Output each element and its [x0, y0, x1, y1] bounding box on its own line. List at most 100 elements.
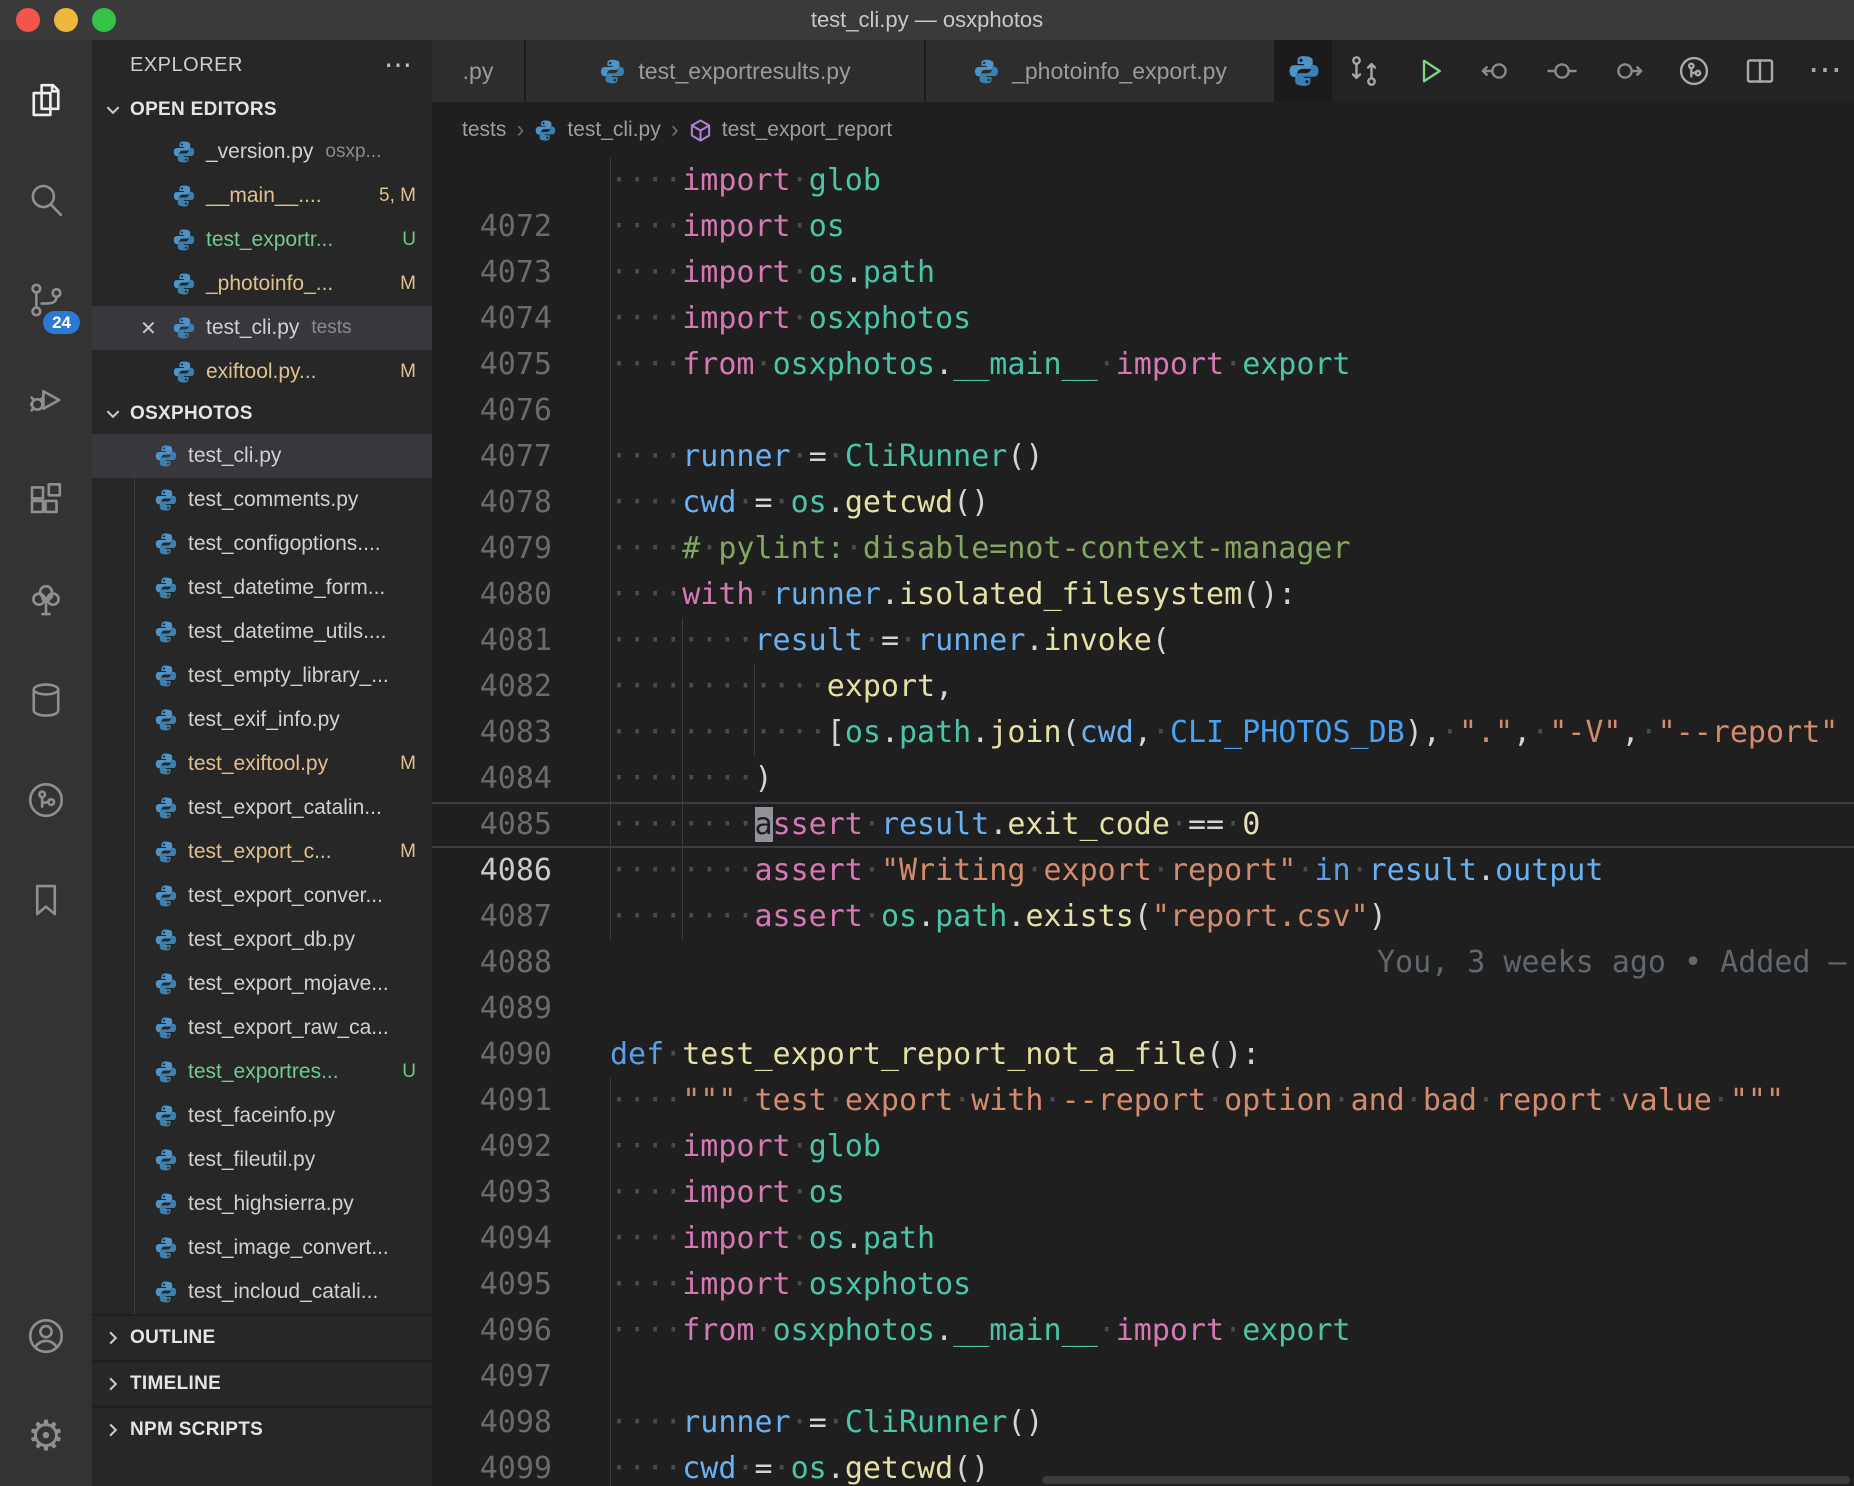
open-editor-item[interactable]: test_exportr... U	[92, 218, 432, 262]
tree-item[interactable]: test_cli.py	[92, 434, 432, 478]
tree-item[interactable]: test_incloud_catali...	[92, 1270, 432, 1314]
close-icon[interactable]: ✕	[140, 316, 172, 341]
tree-item[interactable]: test_configoptions....	[92, 522, 432, 566]
run-python-file-icon[interactable]	[1412, 53, 1448, 89]
breadcrumb-file[interactable]: test_cli.py	[567, 118, 660, 142]
outline-header[interactable]: OUTLINE	[92, 1314, 432, 1360]
open-editor-item[interactable]: _version.py osxp...	[92, 130, 432, 174]
code-line[interactable]: 4073 ····import·os	[432, 204, 1854, 250]
tree-item[interactable]: test_datetime_form...	[92, 566, 432, 610]
tree-item[interactable]: test_datetime_utils....	[92, 610, 432, 654]
indent-guide	[610, 710, 611, 756]
code-line[interactable]: 4094 ····import·os	[432, 1170, 1854, 1216]
navigate-forward-icon[interactable]	[1610, 53, 1646, 89]
chevron-right-icon	[104, 1375, 122, 1393]
npm-scripts-header[interactable]: NPM SCRIPTS	[92, 1406, 432, 1452]
settings-gear-icon[interactable]: ⚙	[0, 1386, 92, 1486]
bookmarks-icon[interactable]	[0, 850, 92, 950]
open-editor-item[interactable]: _photoinfo_... M	[92, 262, 432, 306]
tree-item[interactable]: test_highsierra.py	[92, 1182, 432, 1226]
python-file-icon	[154, 532, 178, 556]
open-editors-list: _version.py osxp... __main__.... 5, M te…	[92, 130, 432, 394]
code-line[interactable]: 4085 ········)	[432, 756, 1854, 802]
breadcrumb-symbol[interactable]: test_export_report	[722, 118, 892, 142]
code-line[interactable]: 4096 ····import·osxphotos	[432, 1262, 1854, 1308]
gitlens-history-icon[interactable]	[1676, 53, 1712, 89]
tree-item[interactable]: test_faceinfo.py	[92, 1094, 432, 1138]
code-line[interactable]: 4074 ····import·os.path	[432, 250, 1854, 296]
code-line[interactable]: 4076 ····from·osxphotos.__main__·import·…	[432, 342, 1854, 388]
tree-item[interactable]: test_export_c... M	[92, 830, 432, 874]
indent-guide	[610, 1170, 611, 1216]
tree-item[interactable]: test_empty_library_...	[92, 654, 432, 698]
tree-item[interactable]: test_export_mojave...	[92, 962, 432, 1006]
code-line[interactable]: 4093 ····import·glob	[432, 1124, 1854, 1170]
source-control-icon[interactable]: 24	[0, 250, 92, 350]
run-and-debug-icon[interactable]	[0, 350, 92, 450]
more-actions-icon[interactable]: ⋯	[1808, 64, 1842, 78]
timeline-header[interactable]: TIMELINE	[92, 1360, 432, 1406]
code-line[interactable]: 4077	[432, 388, 1854, 434]
code-line[interactable]: 4086 ········assert·result.exit_code·==·…	[432, 802, 1854, 848]
open-editor-item[interactable]: exiftool.py... M	[92, 350, 432, 394]
code-line[interactable]: 4092 ····"""·test·export·with·--report·o…	[432, 1078, 1854, 1124]
tree-item[interactable]: test_export_conver...	[92, 874, 432, 918]
project-section-header[interactable]: OSXPHOTOS	[92, 394, 432, 434]
code-line[interactable]: 4081 ····with·runner.isolated_filesystem…	[432, 572, 1854, 618]
code-line[interactable]: 4097 ····from·osxphotos.__main__·import·…	[432, 1308, 1854, 1354]
tree-indent-guide	[134, 434, 135, 1314]
open-editor-item[interactable]: __main__.... 5, M	[92, 174, 432, 218]
tree-item[interactable]: test_exportres... U	[92, 1050, 432, 1094]
code-line[interactable]: 4078 ····runner·=·CliRunner()	[432, 434, 1854, 480]
tree-item[interactable]: test_image_convert...	[92, 1226, 432, 1270]
explorer-icon[interactable]	[0, 50, 92, 150]
editor-tab[interactable]: test_exportresults.py	[526, 40, 926, 102]
todo-tree-icon[interactable]	[0, 550, 92, 650]
indent-guide	[610, 1446, 611, 1486]
tree-item[interactable]: test_comments.py	[92, 478, 432, 522]
code-line[interactable]: 4091 def·test_export_report_not_a_file()…	[432, 1032, 1854, 1078]
open-editor-item[interactable]: ✕ test_cli.py tests	[92, 306, 432, 350]
code-line[interactable]: 4089	[432, 940, 1854, 986]
code-line[interactable]: 4080 ····#·pylint:·disable=not-context-m…	[432, 526, 1854, 572]
tree-item[interactable]: test_exif_info.py	[92, 698, 432, 742]
code-line[interactable]: 4087 ········assert·"Writing·export·repo…	[432, 848, 1854, 894]
code-line[interactable]: 4095 ····import·os.path	[432, 1216, 1854, 1262]
code-line[interactable]: 4090	[432, 986, 1854, 1032]
split-editor-icon[interactable]	[1742, 53, 1778, 89]
editor-tab[interactable]: _photoinfo_export.py	[926, 40, 1276, 102]
indent-guide	[610, 848, 611, 894]
horizontal-scrollbar[interactable]	[1042, 1476, 1850, 1484]
code-line[interactable]: 4083 ············export,	[432, 664, 1854, 710]
open-editors-header[interactable]: OPEN EDITORS	[92, 90, 432, 130]
tree-item[interactable]: test_export_raw_ca...	[92, 1006, 432, 1050]
navigate-back-icon[interactable]	[1478, 53, 1514, 89]
code-line[interactable]: 4072 ····import·glob	[432, 158, 1854, 204]
code-line[interactable]: 4082 ········result·=·runner.invoke(	[432, 618, 1854, 664]
record-icon[interactable]	[1544, 53, 1580, 89]
code-line[interactable]: 4079 ····cwd·=·os.getcwd()	[432, 480, 1854, 526]
code-line[interactable]: 4098	[432, 1354, 1854, 1400]
tab-pinned-python[interactable]	[1276, 40, 1332, 102]
editor-tab[interactable]: .py	[432, 40, 526, 102]
code-line[interactable]: 4075 ····import·osxphotos	[432, 296, 1854, 342]
compare-changes-icon[interactable]	[1346, 53, 1382, 89]
python-file-icon	[154, 1192, 178, 1216]
symbol-method-icon	[689, 119, 712, 142]
database-icon[interactable]	[0, 650, 92, 750]
code-line[interactable]: 4088 ········assert·os.path.exists("repo…	[432, 894, 1854, 940]
gitlens-icon[interactable]	[0, 750, 92, 850]
tree-item[interactable]: test_exiftool.py M	[92, 742, 432, 786]
tree-item[interactable]: test_export_catalin...	[92, 786, 432, 830]
code-editor[interactable]: 4072 ····import·glob 4073 ····import·os …	[432, 158, 1854, 1486]
tree-item[interactable]: test_fileutil.py	[92, 1138, 432, 1182]
tree-item[interactable]: test_export_db.py	[92, 918, 432, 962]
code-line[interactable]: 4099 ····runner·=·CliRunner()	[432, 1400, 1854, 1446]
code-line[interactable]: 4084 ············[os.path.join(cwd,·CLI_…	[432, 710, 1854, 756]
extensions-icon[interactable]	[0, 450, 92, 550]
sidebar-more-actions-icon[interactable]: ⋯	[384, 58, 412, 72]
chevron-right-icon	[104, 1421, 122, 1439]
search-icon[interactable]	[0, 150, 92, 250]
breadcrumb-folder[interactable]: tests	[462, 118, 506, 142]
account-icon[interactable]	[0, 1286, 92, 1386]
